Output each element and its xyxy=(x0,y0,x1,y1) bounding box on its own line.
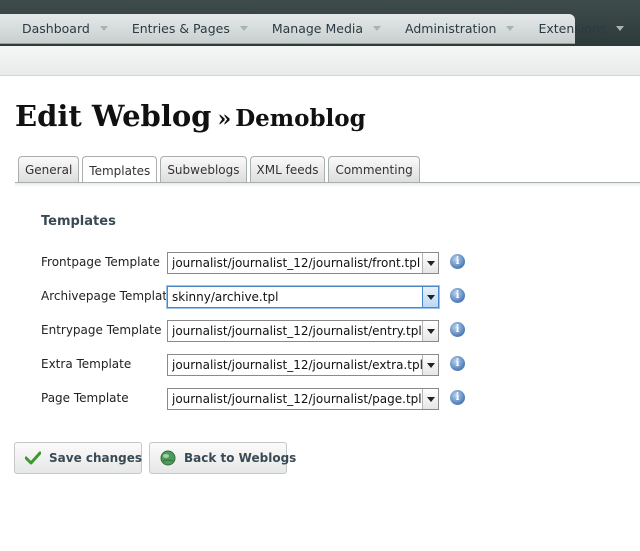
nav-item-manage-media[interactable]: Manage Media xyxy=(258,14,391,44)
nav-item-extensions[interactable]: Extensions xyxy=(524,14,634,44)
nav-item-label: Administration xyxy=(405,21,497,36)
info-icon[interactable]: i xyxy=(450,322,465,337)
tab-commenting[interactable]: Commenting xyxy=(328,156,420,183)
field-label: Archivepage Template xyxy=(41,289,175,303)
nav-item-label: Entries & Pages xyxy=(131,21,230,36)
nav-item-label: Dashboard xyxy=(22,21,90,36)
frontpage-template-select[interactable]: journalist/journalist_12/journalist/fron… xyxy=(167,252,439,274)
field-label: Entrypage Template xyxy=(41,323,162,337)
form-row-frontpage-template: Frontpage Template journalist/journalist… xyxy=(41,252,601,276)
form-row-extra-template: Extra Template journalist/journalist_12/… xyxy=(41,354,601,378)
select-value: journalist/journalist_12/journalist/entr… xyxy=(172,324,422,338)
nav-item-entries-pages[interactable]: Entries & Pages xyxy=(118,14,258,44)
checkmark-icon xyxy=(25,451,41,465)
page-title: Edit Weblog» Demoblog xyxy=(15,96,366,134)
info-icon[interactable]: i xyxy=(450,254,465,269)
save-changes-label: Save changes xyxy=(49,451,143,465)
tab-bar: General Templates Subweblogs XML feeds C… xyxy=(18,156,423,184)
chevron-down-icon xyxy=(373,26,382,31)
select-value: journalist/journalist_12/journalist/extr… xyxy=(172,358,422,372)
nav-item-label: Extensions xyxy=(538,21,607,36)
back-to-weblogs-label: Back to Weblogs xyxy=(184,451,297,465)
globe-icon xyxy=(160,450,176,466)
tab-subweblogs[interactable]: Subweblogs xyxy=(160,156,247,183)
chevron-down-icon xyxy=(239,26,248,31)
nav-item-dashboard[interactable]: Dashboard xyxy=(8,14,118,44)
form-row-page-template: Page Template journalist/journalist_12/j… xyxy=(41,388,601,412)
extra-template-select[interactable]: journalist/journalist_12/journalist/extr… xyxy=(167,354,439,376)
main-nav: Dashboard Entries & Pages Manage Media A… xyxy=(0,14,625,44)
page-template-select[interactable]: journalist/journalist_12/journalist/page… xyxy=(167,388,439,410)
back-to-weblogs-button[interactable]: Back to Weblogs xyxy=(149,442,296,474)
chevron-down-icon xyxy=(616,26,625,31)
entrypage-template-select[interactable]: journalist/journalist_12/journalist/entr… xyxy=(167,320,439,342)
chevron-down-icon[interactable] xyxy=(422,287,438,307)
section-title: Templates xyxy=(41,214,116,229)
nav-item-label: Manage Media xyxy=(271,21,364,36)
info-icon[interactable]: i xyxy=(450,356,465,371)
field-label: Extra Template xyxy=(41,357,132,371)
form-row-entrypage-template: Entrypage Template journalist/journalist… xyxy=(41,320,601,344)
tab-templates[interactable]: Templates xyxy=(82,156,158,184)
field-label: Page Template xyxy=(41,391,129,405)
tab-general[interactable]: General xyxy=(18,156,80,183)
chevron-down-icon[interactable] xyxy=(422,389,438,409)
info-icon[interactable]: i xyxy=(450,390,465,405)
select-value: journalist/journalist_12/journalist/page… xyxy=(172,392,422,406)
chevron-down-icon xyxy=(99,26,108,31)
chevron-down-icon[interactable] xyxy=(422,355,438,375)
nav-item-administration[interactable]: Administration xyxy=(391,14,524,44)
page-title-weblog-name: Demoblog xyxy=(235,105,366,132)
select-value: journalist/journalist_12/journalist/fron… xyxy=(172,256,421,270)
chevron-down-icon[interactable] xyxy=(422,253,438,273)
tab-shadow xyxy=(15,183,640,187)
save-changes-button[interactable]: Save changes xyxy=(14,442,142,474)
field-label: Frontpage Template xyxy=(41,255,160,269)
select-value: skinny/archive.tpl xyxy=(172,290,279,304)
archivepage-template-select[interactable]: skinny/archive.tpl xyxy=(167,286,439,308)
form-row-archivepage-template: Archivepage Template skinny/archive.tpl … xyxy=(41,286,601,310)
tab-xml-feeds[interactable]: XML feeds xyxy=(249,156,326,183)
chevron-down-icon[interactable] xyxy=(422,321,438,341)
title-separator: » xyxy=(217,106,232,132)
chevron-down-icon xyxy=(506,26,515,31)
page-title-main: Edit Weblog xyxy=(15,99,212,133)
sub-nav-bar xyxy=(0,46,640,76)
info-icon[interactable]: i xyxy=(450,288,465,303)
